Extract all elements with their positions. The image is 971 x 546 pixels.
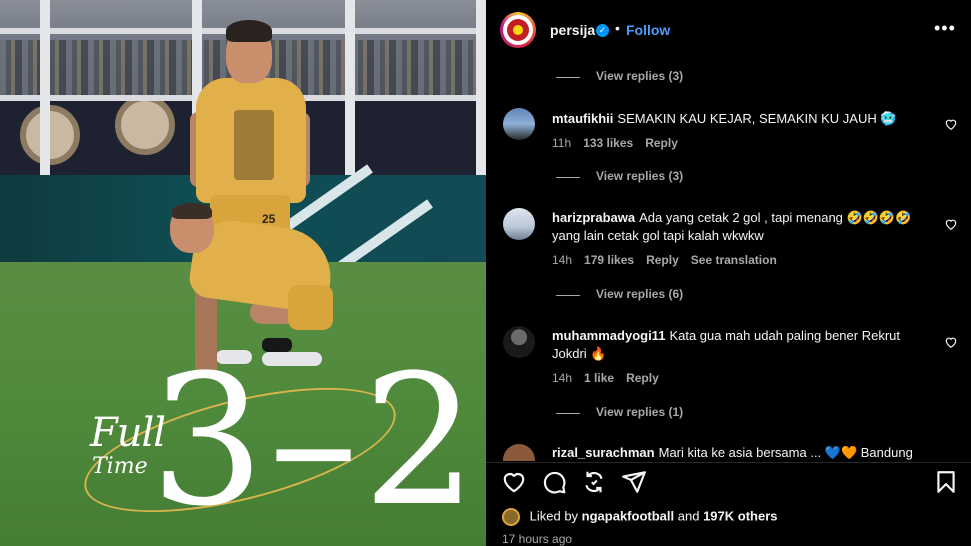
view-replies-button[interactable]: View replies (1) <box>596 405 683 419</box>
likes-summary[interactable]: Liked by ngapakfootball and 197K others <box>502 508 778 526</box>
comment-meta: 14h 1 like Reply <box>552 371 671 385</box>
share-icon[interactable] <box>621 469 647 495</box>
jersey-sponsor-logos <box>234 110 274 180</box>
comment-username[interactable]: harizprabawa <box>552 210 635 225</box>
see-translation-button[interactable]: See translation <box>691 253 777 267</box>
fence-post <box>345 0 355 175</box>
comment-body: SEMAKIN KAU KEJAR, SEMAKIN KU JAUH 🥶 <box>617 111 897 126</box>
liked-by-and: and <box>677 508 700 524</box>
banner-emblem <box>20 105 80 165</box>
heart-icon[interactable] <box>501 469 527 495</box>
follow-button[interactable]: Follow <box>626 22 670 38</box>
likes-others[interactable]: 197K others <box>703 508 777 523</box>
post-timestamp: 17 hours ago <box>502 532 573 546</box>
time-label: Time <box>92 454 148 479</box>
comment-time: 11h <box>552 136 572 150</box>
view-replies-button[interactable]: View replies (3) <box>596 169 683 183</box>
reply-button[interactable]: Reply <box>646 253 679 267</box>
final-score: 3–2 <box>150 337 482 546</box>
bookmark-icon[interactable] <box>933 469 959 495</box>
comment-text: mtaufikhii SEMAKIN KAU KEJAR, SEMAKIN KU … <box>552 110 932 128</box>
reply-button[interactable]: Reply <box>626 371 659 385</box>
post-header: persija ✓ • Follow ••• <box>486 0 971 62</box>
replies-line <box>556 177 580 178</box>
player-hair <box>172 203 212 219</box>
comment-username[interactable]: muhammadyogi11 <box>552 328 665 343</box>
separator-dot: • <box>615 20 620 36</box>
more-options-icon[interactable]: ••• <box>934 18 956 39</box>
view-replies-button[interactable]: View replies (6) <box>596 287 683 301</box>
banner-emblem <box>115 95 175 155</box>
liked-by-prefix: Liked by <box>529 508 579 524</box>
comment-heart-icon[interactable] <box>944 335 958 349</box>
full-time-label: Full <box>90 410 166 456</box>
club-logo-icon <box>507 19 529 41</box>
comment-heart-icon[interactable] <box>944 217 958 231</box>
verified-badge-icon: ✓ <box>596 24 609 37</box>
comment-item: rizal_surachman Mari kita ke asia bersama… <box>486 444 971 461</box>
player-shorts <box>288 285 333 330</box>
comment-heart-icon[interactable] <box>944 117 958 131</box>
replies-line <box>556 77 580 78</box>
view-replies-button[interactable]: View replies (3) <box>596 69 683 83</box>
liker-avatar <box>502 508 520 526</box>
liker-username[interactable]: ngapakfootball <box>582 508 674 523</box>
fence-post <box>40 0 50 175</box>
avatar-inner <box>503 15 533 45</box>
comment-icon[interactable] <box>541 469 567 495</box>
commenter-avatar[interactable] <box>503 444 535 461</box>
board-stripe <box>337 199 433 271</box>
comment-text: harizprabawa Ada yang cetak 2 gol , tapi … <box>552 209 932 245</box>
commenter-avatar[interactable] <box>503 108 535 140</box>
comments-panel: persija ✓ • Follow ••• View replies (3) … <box>486 0 971 546</box>
commenter-avatar[interactable] <box>503 326 535 358</box>
comment-meta: 14h 179 likes Reply See translation <box>552 253 789 267</box>
comment-text: rizal_surachman Mari kita ke asia bersama… <box>552 444 932 461</box>
comment-body: Mari kita ke asia bersama ... 💙🧡 Bandung <box>658 445 913 460</box>
replies-line <box>556 413 580 414</box>
comment-username[interactable]: rizal_surachman <box>552 445 655 460</box>
comment-time: 14h <box>552 371 573 385</box>
comment-likes[interactable]: 1 like <box>584 371 614 385</box>
comment-time: 14h <box>552 253 573 267</box>
action-bar <box>486 462 971 502</box>
comment-likes[interactable]: 133 likes <box>583 136 633 150</box>
reply-button[interactable]: Reply <box>645 136 678 150</box>
profile-avatar[interactable] <box>500 12 536 48</box>
post-image[interactable]: 25 3–2 Full Time <box>0 0 486 546</box>
fence-post <box>476 0 486 175</box>
replies-line <box>556 295 580 296</box>
comment-text: muhammadyogi11 Kata gua mah udah paling b… <box>552 327 932 363</box>
post-username[interactable]: persija <box>550 22 595 38</box>
comment-likes[interactable]: 179 likes <box>584 253 634 267</box>
repost-icon[interactable] <box>581 469 607 495</box>
comment-username[interactable]: mtaufikhii <box>552 111 613 126</box>
comment-meta: 11h 133 likes Reply <box>552 136 690 150</box>
commenter-avatar[interactable] <box>503 208 535 240</box>
player-hair <box>226 20 272 42</box>
